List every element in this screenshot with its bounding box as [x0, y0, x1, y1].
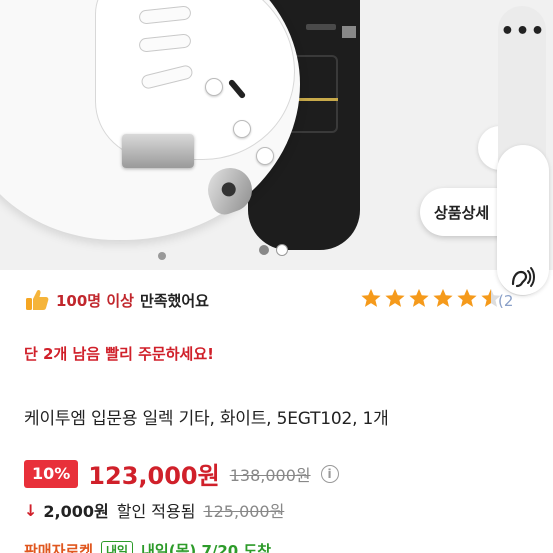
guitar-bridge	[122, 134, 194, 168]
star-full-icon	[361, 288, 381, 307]
satisfaction-count: 100명 이상	[56, 291, 134, 310]
star-full-icon	[385, 288, 405, 307]
bag-tag	[342, 26, 356, 38]
coupon-amount: 2,000원	[43, 502, 109, 521]
guitar-pickup	[138, 33, 192, 53]
satisfaction-row: 100명 이상 만족했어요	[24, 287, 209, 313]
original-price: 138,000원	[229, 465, 311, 485]
guitar-knob	[233, 120, 251, 138]
rating-stars[interactable]	[360, 287, 502, 309]
star-full-icon	[433, 288, 453, 307]
delivery-row: 판매자로켓 내일 내일(목) 7/20 도착	[24, 540, 271, 553]
guitar-knob	[256, 147, 274, 165]
bag-logo	[306, 24, 336, 30]
arrow-down-icon: ↓	[24, 500, 38, 520]
guitar-knob	[205, 78, 223, 96]
coupon-original-price: 125,000원	[203, 502, 285, 521]
carousel-dot[interactable]	[259, 245, 269, 255]
discount-badge: 10%	[24, 459, 79, 488]
carousel-indicator	[259, 245, 287, 255]
arrival-date: 내일(목) 7/20 도착	[141, 542, 272, 553]
info-icon[interactable]: i	[320, 464, 339, 483]
price-row: 10% 123,000원 138,000원 i	[24, 456, 339, 491]
guitar-strap-pin	[158, 252, 166, 260]
stock-warning: 단 2개 남음 빨리 주문하세요!	[24, 345, 214, 363]
carousel-dot-active[interactable]	[277, 245, 287, 255]
guitar-pickup	[138, 5, 192, 25]
sound-wave-icon[interactable]	[507, 262, 537, 292]
product-title: 케이투엠 입문용 일렉 기타, 화이트, 5EGT102, 1개	[24, 409, 389, 429]
coupon-label: 할인 적용됨	[116, 502, 196, 521]
more-menu-button[interactable]: •••	[500, 8, 546, 54]
guitar-pickup	[140, 63, 194, 91]
rocket-delivery-label: 판매자로켓	[24, 542, 94, 553]
star-full-icon	[409, 288, 429, 307]
thumbs-up-icon	[26, 289, 49, 310]
delivery-badge: 내일	[101, 541, 134, 553]
coupon-row: ↓ 2,000원 할인 적용됨 125,000원	[24, 498, 284, 522]
review-count[interactable]: (2	[498, 292, 513, 310]
star-full-icon	[457, 288, 477, 307]
sale-price: 123,000원	[88, 462, 220, 490]
satisfaction-text: 만족했어요	[139, 291, 209, 310]
